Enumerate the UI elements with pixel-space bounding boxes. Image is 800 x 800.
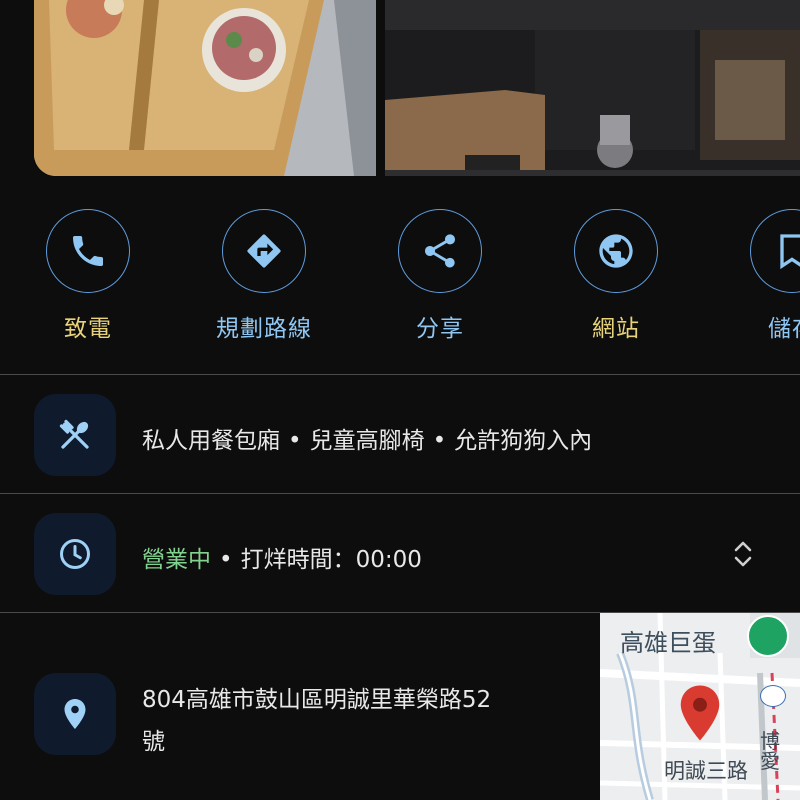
call-button-circle[interactable]	[46, 209, 130, 293]
share-label: 分享	[416, 316, 464, 342]
share-button[interactable]: 分享	[380, 205, 500, 343]
clock-icon	[60, 539, 90, 569]
amenity-separator: •	[288, 428, 302, 454]
map-street-label: 明誠三路	[664, 759, 748, 783]
share-icon	[425, 234, 455, 268]
directions-label: 規劃路線	[216, 316, 312, 342]
hours-separator: •	[219, 547, 233, 573]
website-button[interactable]: 網站	[556, 205, 676, 343]
hours-row[interactable]: 營業中 • 打烊時間：00:00	[0, 494, 800, 612]
map-badge-icon	[760, 685, 786, 707]
map-thumbnail[interactable]: 高雄巨蛋 明誠三路 博愛	[600, 613, 800, 800]
map-poi-icon	[747, 615, 789, 657]
address-text: 804高雄市鼓山區明誠里華榮路52 號	[142, 679, 491, 763]
bookmark-icon	[780, 234, 800, 270]
directions-icon	[247, 234, 281, 268]
amenity-dogs-allowed: 允許狗狗入內	[454, 428, 593, 454]
amenity-high-chair: 兒童高腳椅	[309, 428, 425, 454]
website-label: 網站	[592, 316, 640, 342]
save-button[interactable]: 儲存	[732, 205, 800, 343]
location-pin-icon	[64, 699, 86, 729]
address-line-2: 號	[142, 729, 165, 755]
amenity-separator: •	[432, 428, 447, 454]
storefront-photo-image	[385, 0, 800, 176]
photo-strip[interactable]	[0, 0, 800, 176]
restaurant-icon	[59, 419, 89, 449]
action-bar: 致電 規劃路線 分享 網站 儲存	[0, 205, 800, 345]
share-button-circle[interactable]	[398, 209, 482, 293]
save-label: 儲存	[768, 316, 800, 342]
expand-icon[interactable]	[728, 536, 758, 572]
hours-icon-box	[34, 513, 116, 595]
website-button-circle[interactable]	[574, 209, 658, 293]
open-status: 營業中	[142, 547, 211, 573]
directions-button-circle[interactable]	[222, 209, 306, 293]
amenities-icon-box	[34, 394, 116, 476]
map-pin-icon	[680, 685, 720, 741]
address-line-1: 804高雄市鼓山區明誠里華榮路52	[142, 687, 492, 713]
map-side-label: 博愛	[760, 729, 780, 773]
save-button-circle[interactable]	[750, 209, 800, 293]
phone-icon	[73, 236, 103, 266]
closing-time: 打烊時間：00:00	[240, 547, 422, 573]
amenity-private-dining: 私人用餐包廂	[142, 428, 280, 454]
storefront-photo[interactable]	[385, 0, 800, 176]
food-photo[interactable]	[34, 0, 376, 176]
hours-text: 營業中 • 打烊時間：00:00	[142, 540, 422, 574]
amenities-row[interactable]: 私人用餐包廂 • 兒童高腳椅 • 允許狗狗入內	[0, 375, 800, 493]
globe-icon	[599, 234, 633, 268]
address-icon-box	[34, 673, 116, 755]
food-photo-image	[34, 0, 376, 176]
directions-button[interactable]: 規劃路線	[204, 205, 324, 343]
map-poi-label: 高雄巨蛋	[620, 629, 716, 657]
amenities-text: 私人用餐包廂 • 兒童高腳椅 • 允許狗狗入內	[142, 421, 592, 455]
call-button[interactable]: 致電	[28, 205, 148, 343]
call-label: 致電	[64, 316, 112, 342]
